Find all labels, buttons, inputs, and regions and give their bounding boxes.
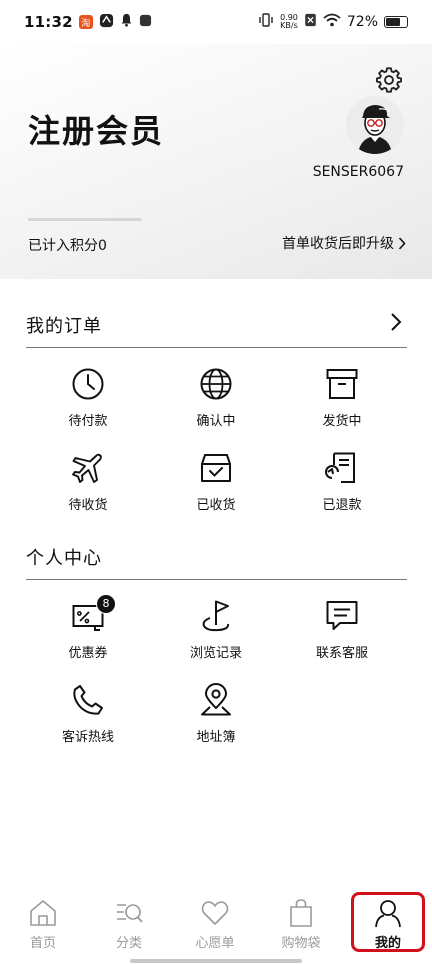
nav-wishlist[interactable]: 心愿单	[172, 894, 258, 951]
avatar[interactable]	[346, 96, 404, 154]
order-pending-payment[interactable]: 待付款	[38, 367, 138, 433]
received-box-icon	[201, 454, 231, 482]
order-refunded-label: 已退款	[322, 498, 362, 513]
address-book[interactable]: 地址簿	[166, 683, 266, 749]
member-header: 注册会员 SENSER6067 已计入积分0 首单收货后即升级	[0, 44, 432, 279]
message-icon	[326, 601, 358, 630]
nav-wishlist-label: 心愿单	[195, 936, 235, 951]
flag-icon	[202, 600, 230, 632]
my-orders-title: 我的订单	[26, 316, 102, 337]
order-to-receive-label: 待收货	[68, 498, 108, 513]
home-icon	[30, 900, 56, 926]
nav-home-label: 首页	[29, 936, 56, 951]
order-confirming[interactable]: 确认中	[166, 367, 266, 433]
app-notification-icon: 淘	[78, 15, 93, 29]
my-orders-header[interactable]: 我的订单	[26, 308, 407, 348]
personal-center-title: 个人中心	[26, 548, 102, 569]
refund-icon	[325, 452, 355, 483]
upgrade-label: 首单收货后即升级	[282, 236, 394, 252]
contact-support[interactable]: 联系客服	[292, 599, 392, 665]
settings-button[interactable]	[375, 66, 403, 94]
points-label: 已计入积分0	[28, 238, 107, 254]
chevron-right-icon	[398, 236, 406, 250]
coupon-count-badge: 8	[96, 594, 116, 614]
home-indicator[interactable]	[130, 959, 302, 963]
order-received-label: 已收货	[196, 498, 236, 513]
airplane-icon	[72, 453, 102, 483]
nav-shopping-bag[interactable]: 购物袋	[258, 894, 344, 951]
points-progress-bar	[28, 218, 142, 221]
avatar-illustration-icon	[346, 96, 404, 154]
wifi-icon	[323, 13, 341, 31]
status-time: 11:32	[24, 13, 73, 31]
coupons-label: 优惠券	[68, 646, 108, 661]
gear-icon	[376, 67, 402, 93]
order-confirming-label: 确认中	[196, 414, 236, 429]
order-received[interactable]: 已收货	[166, 451, 266, 517]
network-speed-unit: KB/s	[280, 21, 298, 30]
status-left: 11:32 淘	[24, 13, 152, 32]
battery-icon	[384, 16, 408, 28]
complaint-hotline[interactable]: 客诉热线	[38, 683, 138, 749]
username: SENSER6067	[312, 164, 404, 180]
chevron-right-icon	[391, 313, 402, 331]
sync-icon	[99, 13, 114, 32]
bottom-navigation: 首页 分类 心愿单 购物袋 我的	[0, 890, 432, 964]
phone-icon	[73, 685, 103, 715]
bell-icon	[120, 13, 133, 31]
shopping-bag-icon	[290, 899, 312, 927]
location-pin-icon	[201, 683, 231, 716]
network-speed: 0.90 KB/s	[280, 14, 298, 30]
nav-category-label: 分类	[115, 936, 142, 951]
membership-level-title: 注册会员	[28, 112, 165, 150]
active-tab-highlight	[351, 892, 425, 952]
sim-off-icon	[304, 13, 317, 31]
app-square-icon	[139, 14, 152, 31]
browsing-history-label: 浏览记录	[189, 646, 242, 661]
vibrate-icon	[258, 13, 274, 31]
nav-shopping-bag-label: 购物袋	[281, 936, 321, 951]
order-shipping[interactable]: 发货中	[292, 367, 392, 433]
battery-level	[386, 18, 401, 26]
order-pending-payment-label: 待付款	[68, 414, 108, 429]
box-icon	[326, 369, 358, 399]
order-shipping-label: 发货中	[322, 414, 362, 429]
address-book-label: 地址簿	[196, 730, 236, 745]
upgrade-info-link[interactable]: 首单收货后即升级	[282, 233, 406, 253]
order-to-receive[interactable]: 待收货	[38, 451, 138, 517]
personal-center-header: 个人中心	[26, 540, 407, 580]
status-bar: 11:32 淘 0.90 KB/s 72%	[0, 0, 432, 44]
clock-icon	[72, 368, 104, 400]
globe-icon	[200, 368, 232, 400]
coupons[interactable]: 8 优惠券	[38, 594, 138, 665]
order-refunded[interactable]: 已退款	[292, 451, 392, 517]
profile-screen: 11:32 淘 0.90 KB/s 72% 注册会员 SENSER6067 已计…	[0, 0, 432, 964]
nav-home[interactable]: 首页	[0, 894, 86, 951]
battery-percent: 72%	[346, 14, 378, 30]
complaint-hotline-label: 客诉热线	[61, 730, 114, 745]
contact-support-label: 联系客服	[315, 646, 368, 661]
status-right: 0.90 KB/s 72%	[258, 13, 408, 31]
category-search-icon	[117, 904, 143, 923]
heart-icon	[201, 901, 229, 925]
nav-category[interactable]: 分类	[86, 894, 172, 951]
browsing-history[interactable]: 浏览记录	[166, 599, 266, 665]
